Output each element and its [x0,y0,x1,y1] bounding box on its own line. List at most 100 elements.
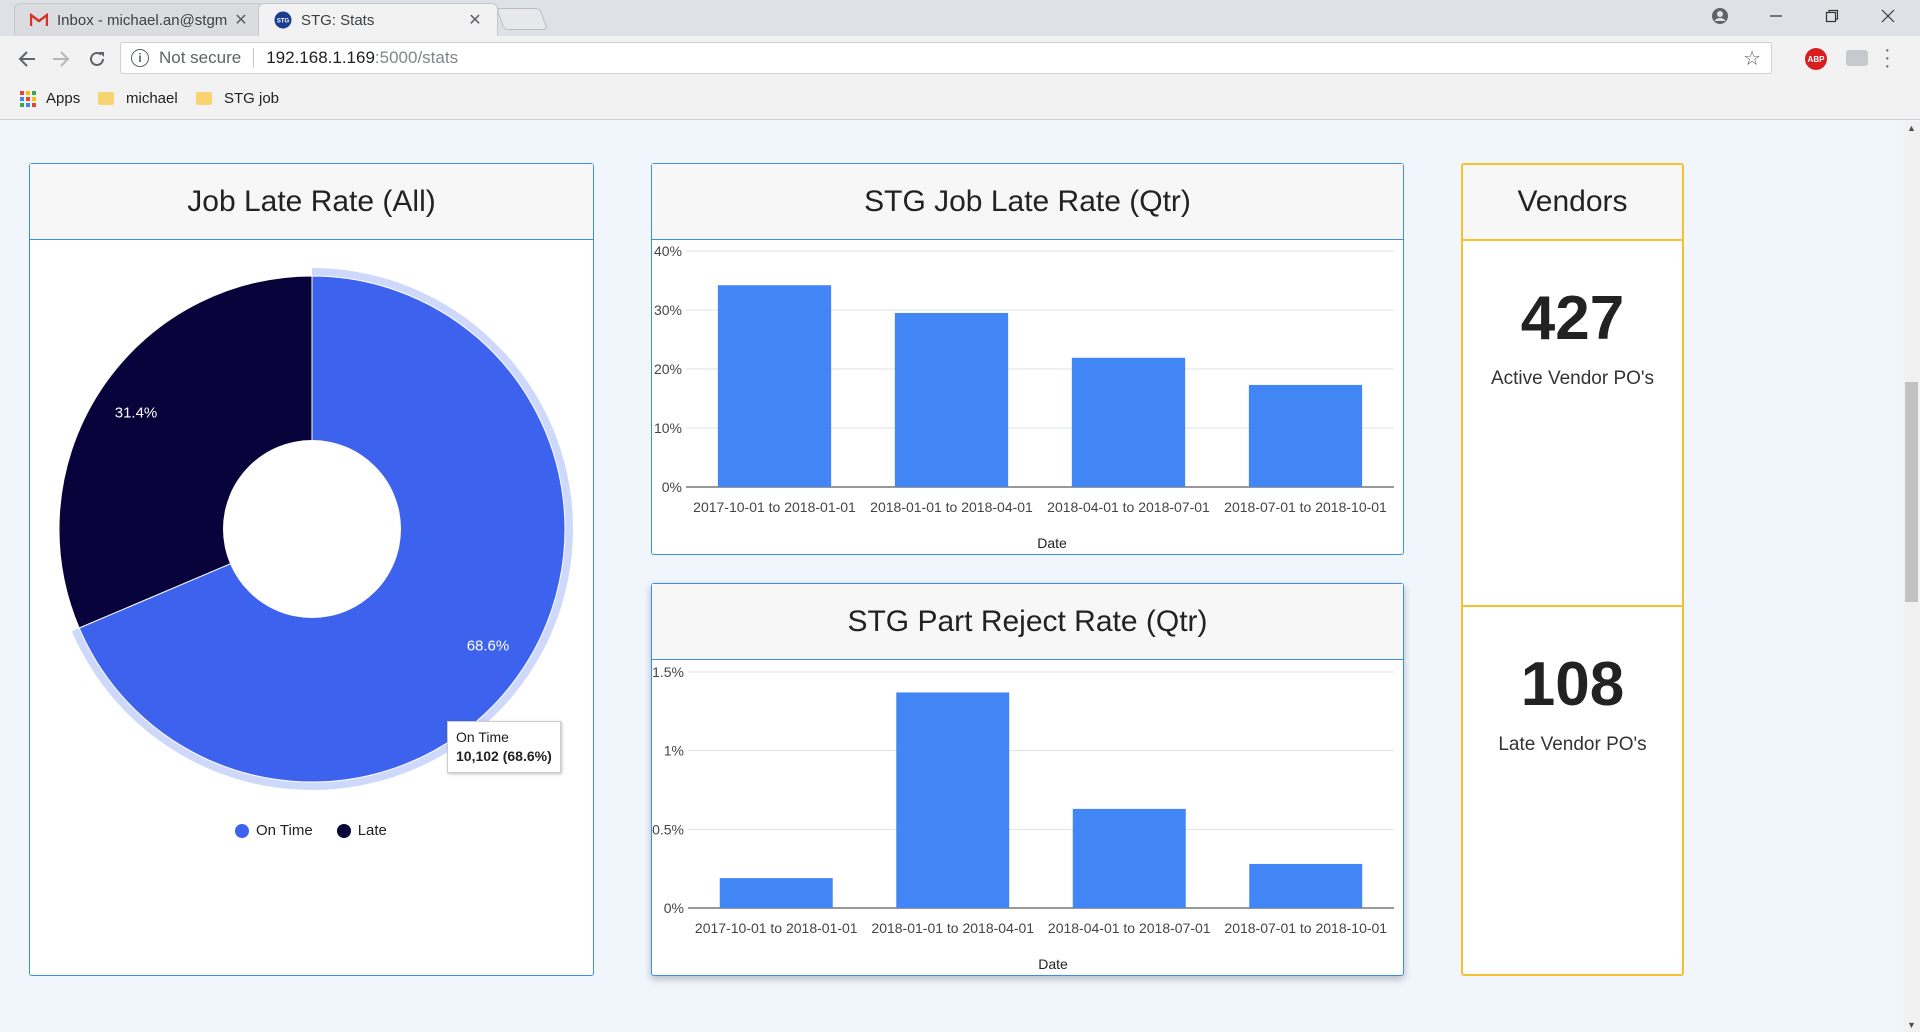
x-tick-label: 2018-01-01 to 2018-04-01 [870,499,1033,515]
job-late-rate-pie-chart: 68.6% 31.4% [58,268,573,790]
stg-part-reject-rate-bar-chart: 0% 0.5% 1% 1.5% 2017-10-01 to 2018-01-01 2018… [652,664,1394,972]
tab-stats[interactable]: STG STG: Stats ✕ [258,3,498,36]
y-tick-label: 30% [654,302,682,318]
legend-dot [235,823,249,838]
security-label: Not secure [159,48,242,67]
bookmark-apps[interactable]: Apps [20,90,80,107]
x-tick-label: 2018-04-01 to 2018-07-01 [1048,920,1211,936]
bar[interactable] [1071,357,1186,487]
page-scrollbar[interactable]: ▲ ▼ [1903,121,1920,1032]
info-icon[interactable]: i [131,49,149,67]
minimize-icon[interactable] [1748,0,1804,32]
stg-icon: STG [273,10,293,30]
y-tick-label: 40% [654,243,682,259]
bookmark-star-icon[interactable]: ☆ [1743,46,1761,71]
tab-title: Inbox - michael.an@stgm [57,11,228,29]
tooltip-value: 10,102 (68.6%) [456,748,552,764]
x-tick-label: 2018-01-01 to 2018-04-01 [871,920,1034,936]
donut-hole [223,440,401,618]
x-tick-label: 2017-10-01 to 2018-01-01 [693,499,856,515]
gmail-icon [29,10,49,30]
folder-icon [196,92,212,105]
stats-page: Job Late Rate (All) 68.6% 31.4% On Time 1… [0,121,1920,1032]
legend-label: Late [357,822,387,839]
bookmark-stg-job[interactable]: STG job [196,90,279,107]
active-vendor-stat: 427 Active Vendor PO's [1463,283,1682,390]
bar[interactable] [1249,863,1363,908]
bookmarks-bar: Apps michael STG job [0,80,1920,120]
folder-icon [98,92,114,105]
extension-icon[interactable] [1846,50,1868,66]
chart-legend: On Time Late [235,822,411,839]
legend-dot [336,823,351,838]
adblock-icon[interactable]: ABP [1805,48,1827,70]
address-bar[interactable]: i Not secure 192.168.1.169 :5000/stats ☆ [120,42,1772,74]
y-tick-label: 1.5% [652,664,684,680]
bar[interactable] [1248,384,1363,487]
vendors-card: Vendors 427 Active Vendor PO's 108 Late … [1461,163,1684,976]
stat-divider [1463,605,1682,607]
stg-job-late-rate-card: STG Job Late Rate (Qtr) 0% 10% 20% 30% 40% 20… [651,163,1404,555]
divider [253,48,255,68]
scroll-thumb[interactable] [1905,382,1918,602]
late-vendor-label: Late Vendor PO's [1498,734,1647,755]
browser-toolbar: i Not secure 192.168.1.169 :5000/stats ☆… [0,36,1920,80]
new-tab-button[interactable] [495,8,549,30]
tab-inbox[interactable]: Inbox - michael.an@stgm ✕ [14,3,264,36]
bookmark-label: michael [126,90,178,107]
stg-part-reject-rate-card: STG Part Reject Rate (Qtr) 0% 0.5% 1% 1.5% 2… [651,583,1404,976]
late-vendor-count: 108 [1520,650,1625,719]
card-title: Job Late Rate (All) [30,164,593,240]
tooltip-label: On Time [456,729,509,745]
bar[interactable] [896,692,1010,908]
bar[interactable] [1072,808,1186,908]
y-tick-label: 0.5% [652,821,684,837]
forward-icon[interactable] [46,44,76,74]
active-vendor-count: 427 [1520,284,1625,353]
back-icon[interactable] [12,44,42,74]
card-title: STG Job Late Rate (Qtr) [652,164,1403,240]
slice-label: 68.6% [467,637,510,654]
tab-title: STG: Stats [301,11,375,29]
close-tab-icon[interactable]: ✕ [467,10,483,30]
legend-label: On Time [256,822,313,839]
close-tab-icon[interactable]: ✕ [233,10,249,30]
bar[interactable] [894,312,1009,487]
x-tick-label: 2018-07-01 to 2018-10-01 [1224,920,1387,936]
bookmark-label: Apps [46,90,81,107]
card-title: Vendors [1463,165,1682,241]
bar[interactable] [717,285,832,487]
menu-icon[interactable]: · · · [1884,40,1891,76]
job-late-rate-card: Job Late Rate (All) 68.6% 31.4% On Time 1… [29,163,594,976]
y-tick-label: 0% [662,479,682,495]
scroll-up-icon[interactable]: ▲ [1907,123,1916,133]
bookmark-label: STG job [224,90,280,107]
chart-tooltip: On Time 10,102 (68.6%) [447,721,561,773]
legend-item-late[interactable]: Late [336,822,387,839]
x-tick-label: 2017-10-01 to 2018-01-01 [695,920,858,936]
y-tick-label: 10% [654,420,682,436]
bar[interactable] [719,878,833,908]
y-tick-label: 0% [664,900,684,916]
card-title: STG Part Reject Rate (Qtr) [652,584,1403,660]
close-window-icon[interactable] [1860,0,1916,32]
x-axis-title: Date [1038,956,1068,972]
x-tick-label: 2018-04-01 to 2018-07-01 [1047,499,1210,515]
svg-text:STG: STG [277,19,290,25]
legend-item-on-time[interactable]: On Time [235,822,313,839]
browser-tabstrip: Inbox - michael.an@stgm ✕ STG STG: Stats… [0,0,1920,36]
x-axis-title: Date [1037,535,1067,551]
apps-grid-icon [20,90,36,107]
x-tick-label: 2018-07-01 to 2018-10-01 [1224,499,1387,515]
active-vendor-label: Active Vendor PO's [1490,368,1655,389]
y-tick-label: 1% [664,743,684,759]
slice-label: 31.4% [115,405,158,422]
bookmark-michael[interactable]: michael [98,90,178,107]
profile-icon[interactable] [1692,0,1748,32]
url-host: 192.168.1.169 [266,48,375,67]
restore-icon[interactable] [1804,0,1860,32]
reload-icon[interactable] [82,44,112,74]
y-tick-label: 20% [654,361,682,377]
scroll-down-icon[interactable]: ▼ [1907,1020,1916,1030]
late-vendor-stat: 108 Late Vendor PO's [1463,649,1682,756]
